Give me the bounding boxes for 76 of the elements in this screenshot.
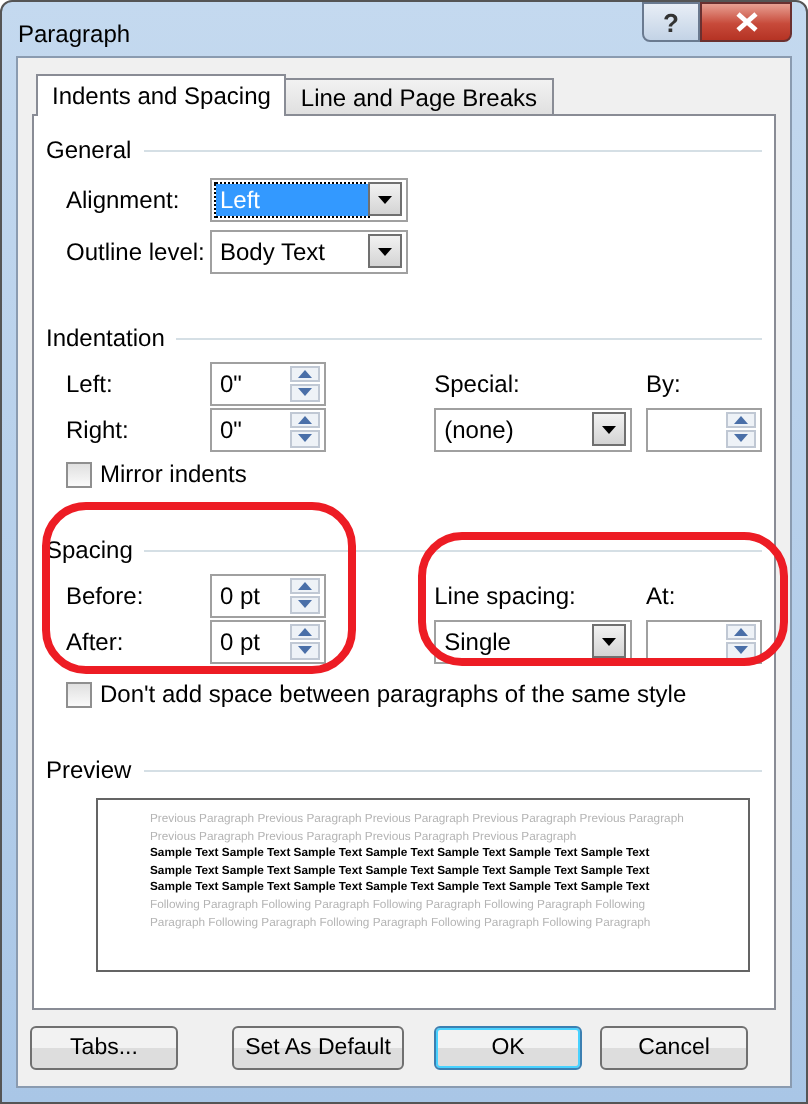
- dialog-button[interactable]: Tabs...: [30, 1026, 178, 1070]
- spin-value: 0 pt: [220, 627, 263, 655]
- section-heading: Indentation: [46, 324, 165, 352]
- up-arrow-icon: [734, 627, 748, 636]
- down-arrow-icon: [298, 646, 312, 655]
- caret-icon: [602, 637, 617, 645]
- up-arrow-icon: [298, 581, 312, 590]
- spin-up-button[interactable]: [290, 623, 320, 640]
- spin-field[interactable]: 0": [210, 407, 326, 451]
- spin-down-button[interactable]: [290, 596, 320, 613]
- section-heading: Spacing: [46, 536, 133, 564]
- spin-field[interactable]: 0 pt: [210, 619, 326, 663]
- spin-up-button[interactable]: [290, 365, 320, 382]
- dropdown-button[interactable]: [592, 624, 627, 658]
- spin-field[interactable]: 0 pt: [210, 573, 326, 617]
- spin-down-button[interactable]: [726, 430, 756, 447]
- field-label: By:: [646, 369, 681, 397]
- field-label: At:: [646, 581, 676, 609]
- dropdown-value: Body Text: [218, 235, 327, 267]
- checkbox-label: Don't add space between paragraphs of the same style: [100, 680, 687, 708]
- dropdown-button[interactable]: [368, 234, 402, 268]
- checkbox-label: Mirror indents: [100, 460, 247, 488]
- down-arrow-icon: [298, 388, 312, 397]
- field-label: Right:: [66, 415, 131, 443]
- spin-up-button[interactable]: [290, 577, 320, 594]
- spin-up-button[interactable]: [726, 623, 756, 640]
- up-arrow-icon: [298, 415, 312, 424]
- down-arrow-icon: [298, 434, 312, 443]
- spin-up-button[interactable]: [726, 411, 756, 428]
- up-arrow-icon: [734, 415, 748, 424]
- down-arrow-icon: [734, 646, 748, 655]
- checkbox[interactable]: [66, 461, 92, 487]
- dialog-button[interactable]: Set As Default: [232, 1026, 404, 1070]
- field-label: Alignment:: [66, 185, 182, 213]
- dropdown-value: Single: [442, 625, 513, 657]
- dropdown[interactable]: Single: [434, 619, 633, 663]
- spin-down-button[interactable]: [290, 384, 320, 401]
- caret-icon: [602, 425, 617, 433]
- close-button[interactable]: [700, 2, 792, 42]
- down-arrow-icon: [734, 434, 748, 443]
- spin-value: 0": [220, 369, 244, 397]
- tab[interactable]: Line and Page Breaks: [284, 78, 554, 114]
- dialog-button[interactable]: OK: [434, 1026, 582, 1070]
- field-label: Special:: [434, 369, 520, 397]
- caret-icon: [378, 195, 392, 203]
- tab[interactable]: Indents and Spacing: [36, 74, 287, 116]
- dropdown[interactable]: (none): [434, 407, 633, 451]
- help-button[interactable]: ?: [642, 2, 700, 42]
- field-label: Line spacing:: [434, 581, 576, 609]
- dropdown-button[interactable]: [368, 182, 402, 216]
- spin-up-button[interactable]: [290, 411, 320, 428]
- spin-value: 0 pt: [220, 581, 263, 609]
- spin-field[interactable]: [646, 619, 762, 663]
- caret-icon: [378, 247, 392, 255]
- dropdown[interactable]: Body Text: [210, 229, 408, 273]
- section-heading: General: [46, 136, 132, 164]
- section-heading: Preview: [46, 756, 132, 784]
- spin-down-button[interactable]: [290, 642, 320, 659]
- spin-value: 0": [220, 415, 244, 443]
- spin-field[interactable]: [646, 407, 762, 451]
- down-arrow-icon: [298, 600, 312, 609]
- dropdown-button[interactable]: [592, 412, 627, 446]
- dropdown-value: Left: [216, 183, 368, 215]
- close-icon: [735, 12, 757, 32]
- field-label: Outline level:: [66, 237, 207, 265]
- up-arrow-icon: [298, 627, 312, 636]
- up-arrow-icon: [298, 369, 312, 378]
- field-label: Left:: [66, 369, 115, 397]
- field-label: After:: [66, 627, 126, 655]
- checkbox[interactable]: [66, 681, 92, 707]
- window-title: Paragraph: [18, 20, 131, 48]
- spin-down-button[interactable]: [290, 430, 320, 447]
- dropdown-value: (none): [442, 413, 516, 445]
- spin-field[interactable]: 0": [210, 361, 326, 405]
- dialog-button[interactable]: Cancel: [600, 1026, 748, 1070]
- field-label: Before:: [66, 581, 146, 609]
